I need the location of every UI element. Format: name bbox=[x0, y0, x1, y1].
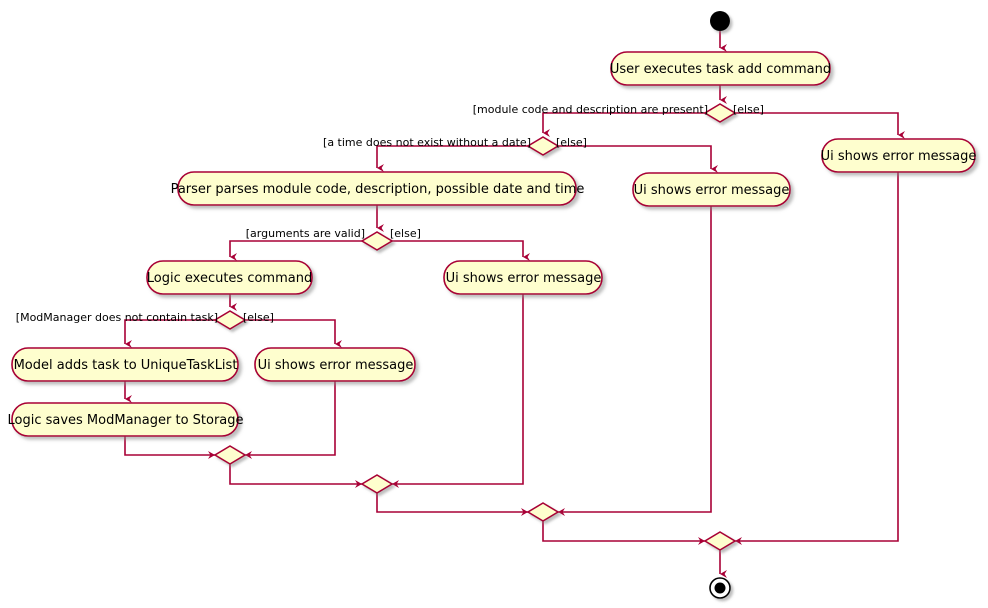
decision-node-time-without-date bbox=[526, 136, 560, 156]
activity-ui-shows-error-message-3[interactable]: Ui shows error message bbox=[443, 260, 603, 295]
activity-diagram-canvas: User executes task add command [module c… bbox=[0, 0, 988, 608]
edge-logic-saves-to-merge1 bbox=[124, 436, 215, 459]
merge-node-1 bbox=[213, 445, 247, 465]
edge-merge1-to-merge2 bbox=[229, 464, 362, 488]
edge-decision1-yes-to-decision2 bbox=[542, 112, 705, 137]
activity-logic-saves-modmanager[interactable]: Logic saves ModManager to Storage bbox=[7, 402, 244, 437]
activity-label: Ui shows error message bbox=[446, 271, 602, 286]
uml-activity-diagram: User executes task add command [module c… bbox=[7, 11, 977, 599]
decision-node-module-code-present bbox=[703, 103, 737, 123]
edge-decision2-yes-to-parser bbox=[376, 145, 528, 172]
activity-ui-shows-error-message-4[interactable]: Ui shows error message bbox=[254, 347, 416, 382]
activity-logic-executes-command[interactable]: Logic executes command bbox=[146, 260, 313, 295]
merge-node-2 bbox=[360, 474, 394, 494]
activity-label: Ui shows error message bbox=[258, 358, 414, 373]
initial-node bbox=[710, 11, 730, 31]
activity-ui-shows-error-message-1[interactable]: Ui shows error message bbox=[821, 138, 977, 173]
guard-else-1: [else] bbox=[733, 103, 764, 116]
activity-label: Ui shows error message bbox=[634, 183, 790, 198]
activity-label: Logic saves ModManager to Storage bbox=[7, 413, 243, 428]
edge-decision2-else-to-ui-error bbox=[558, 145, 718, 173]
merge-node-4 bbox=[703, 531, 737, 551]
edge-ui-error1-to-merge4 bbox=[735, 172, 899, 545]
edge-merge2-to-merge3 bbox=[376, 493, 528, 516]
activity-label: Model adds task to UniqueTaskList bbox=[14, 358, 238, 373]
activity-label: User executes task add command bbox=[610, 62, 831, 77]
edge-decision3-else-to-ui-error bbox=[392, 240, 530, 261]
activity-label: Ui shows error message bbox=[821, 149, 977, 164]
final-node bbox=[709, 577, 731, 599]
activity-ui-shows-error-message-2[interactable]: Ui shows error message bbox=[632, 172, 791, 207]
activity-user-executes-task-add-command[interactable]: User executes task add command bbox=[610, 51, 831, 86]
guard-else-2: [else] bbox=[556, 136, 587, 149]
activity-label: Parser parses module code, description, … bbox=[171, 182, 585, 197]
guard-modmanager-does-not-contain-task: [ModManager does not contain task] bbox=[16, 311, 218, 324]
activity-label: Logic executes command bbox=[147, 271, 312, 286]
guard-arguments-are-valid: [arguments are valid] bbox=[246, 227, 365, 240]
edge-decision1-else-to-ui-error bbox=[735, 112, 905, 139]
edge-ui-error3-to-merge2 bbox=[392, 294, 524, 488]
decision-node-arguments-valid bbox=[360, 231, 394, 251]
edge-ui-error2-to-merge3 bbox=[558, 206, 712, 516]
decision-node-modmanager-contains-task bbox=[213, 310, 247, 330]
guard-else-4: [else] bbox=[243, 311, 274, 324]
edge-decision3-yes-to-logic-exec bbox=[229, 240, 362, 261]
guard-time-without-date: [a time does not exist without a date] bbox=[323, 136, 531, 149]
activity-model-adds-task[interactable]: Model adds task to UniqueTaskList bbox=[11, 347, 239, 382]
edge-merge3-to-merge4 bbox=[542, 521, 705, 545]
merge-node-3 bbox=[526, 502, 560, 522]
guard-else-3: [else] bbox=[390, 227, 421, 240]
edge-ui-error4-to-merge1 bbox=[245, 381, 336, 459]
guard-module-code-present: [module code and description are present… bbox=[473, 103, 708, 116]
activity-parser-parses[interactable]: Parser parses module code, description, … bbox=[171, 171, 585, 206]
